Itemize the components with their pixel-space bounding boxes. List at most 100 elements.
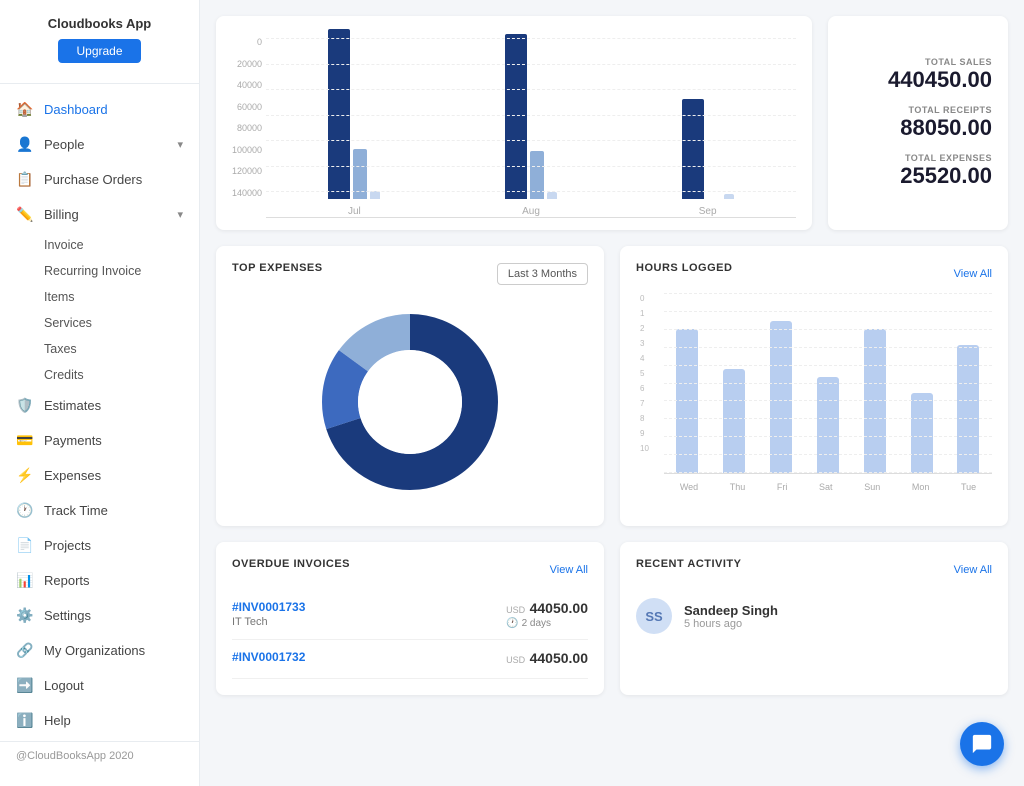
sidebar-item-purchase-orders[interactable]: 📋 Purchase Orders	[0, 162, 199, 197]
y-axis: 140000 120000 100000 80000 60000 40000 2…	[232, 38, 262, 218]
submenu-label: Items	[44, 290, 75, 304]
hours-bar-label: Thu	[730, 482, 746, 492]
sidebar-item-dashboard[interactable]: 🏠 Dashboard	[0, 92, 199, 127]
sidebar-item-projects[interactable]: 📄 Projects	[0, 528, 199, 563]
bar-jul-1	[328, 29, 350, 199]
sidebar-item-my-organizations[interactable]: 🔗 My Organizations	[0, 633, 199, 668]
hours-bar	[770, 321, 792, 473]
invoice-days: 🕐 2 days	[506, 618, 588, 629]
total-receipts-label: TOTAL RECEIPTS	[844, 105, 992, 115]
submenu-label: Invoice	[44, 238, 84, 252]
sidebar-item-credits[interactable]: Credits	[44, 362, 199, 388]
app-name: Cloudbooks App	[16, 16, 183, 31]
recent-activity-card: RECENT ACTIVITY View All SS Sandeep Sing…	[620, 542, 1008, 695]
bar-sep-3	[724, 194, 734, 199]
hours-bar	[817, 377, 839, 473]
gear-icon: ⚙️	[16, 607, 34, 624]
bar-aug-1	[505, 34, 527, 199]
invoice-amount: 44050.00	[530, 650, 588, 666]
activity-list: SS Sandeep Singh 5 hours ago	[636, 590, 992, 642]
sidebar-item-reports[interactable]: 📊 Reports	[0, 563, 199, 598]
invoice-item: #INV0001733 IT Tech USD 44050.00 🕐 2 day…	[232, 590, 588, 640]
stats-card: TOTAL SALES 440450.00 TOTAL RECEIPTS 880…	[828, 16, 1008, 230]
sidebar-item-label: Reports	[44, 573, 90, 588]
sidebar-item-label: Estimates	[44, 398, 101, 413]
total-sales-value: 440450.00	[844, 67, 992, 93]
sidebar-item-expenses[interactable]: ⚡ Expenses	[0, 458, 199, 493]
sidebar-item-track-time[interactable]: 🕐 Track Time	[0, 493, 199, 528]
expenses-filter-button[interactable]: Last 3 Months	[497, 263, 588, 285]
activity-person-name: Sandeep Singh	[684, 603, 778, 618]
invoice-name: IT Tech	[232, 616, 305, 628]
upgrade-button[interactable]: Upgrade	[58, 39, 140, 63]
hours-bar-col	[770, 321, 792, 473]
total-expenses: TOTAL EXPENSES 25520.00	[844, 153, 992, 189]
invoices-view-all-link[interactable]: View All	[550, 564, 588, 576]
person-icon: 👤	[16, 136, 34, 153]
chevron-down-icon: ▾	[177, 208, 183, 221]
chat-icon	[971, 733, 993, 755]
sidebar-item-label: Track Time	[44, 503, 108, 518]
chart-icon: 📊	[16, 572, 34, 589]
bar-sep-1	[682, 99, 704, 199]
lightning-icon: ⚡	[16, 467, 34, 484]
donut-chart	[310, 302, 510, 502]
hours-logged-card: HOURS LOGGED View All 109876543210 WedTh…	[620, 246, 1008, 526]
submenu-label: Credits	[44, 368, 84, 382]
sidebar-item-payments[interactable]: 💳 Payments	[0, 423, 199, 458]
sidebar-item-label: Payments	[44, 433, 102, 448]
pencil-icon: ✏️	[16, 206, 34, 223]
bottom-row: OVERDUE INVOICES View All #INV0001733 IT…	[216, 542, 1008, 695]
sidebar-item-estimates[interactable]: 🛡️ Estimates	[0, 388, 199, 423]
bar-chart-card: 140000 120000 100000 80000 60000 40000 2…	[216, 16, 812, 230]
hours-bar-label: Sat	[819, 482, 833, 492]
hours-title: HOURS LOGGED	[636, 262, 732, 274]
hours-yaxis: 109876543210	[640, 294, 649, 453]
sidebar-item-taxes[interactable]: Taxes	[44, 336, 199, 362]
hours-view-all-link[interactable]: View All	[954, 268, 992, 280]
bar-jul-3	[370, 191, 380, 199]
sidebar-item-billing[interactable]: ✏️ Billing ▾	[0, 197, 199, 232]
activity-time: 5 hours ago	[684, 618, 778, 630]
submenu-label: Recurring Invoice	[44, 264, 141, 278]
total-sales: TOTAL SALES 440450.00	[844, 57, 992, 93]
mid-row: TOP EXPENSES Last 3 Months	[216, 246, 1008, 526]
invoice-currency: USD	[506, 655, 525, 665]
chat-fab-button[interactable]	[960, 722, 1004, 766]
invoice-currency: USD	[506, 605, 525, 615]
sidebar-item-settings[interactable]: ⚙️ Settings	[0, 598, 199, 633]
sidebar-item-recurring-invoice[interactable]: Recurring Invoice	[44, 258, 199, 284]
sidebar-item-label: Projects	[44, 538, 91, 553]
hours-bar-label: Sun	[864, 482, 880, 492]
clock-icon: 🕐	[16, 502, 34, 519]
submenu-label: Services	[44, 316, 92, 330]
sidebar-item-logout[interactable]: ➡️ Logout	[0, 668, 199, 703]
main-content: 140000 120000 100000 80000 60000 40000 2…	[200, 0, 1024, 786]
bar-groups: Jul Aug	[266, 38, 796, 218]
invoice-list: #INV0001733 IT Tech USD 44050.00 🕐 2 day…	[232, 590, 588, 679]
top-expenses-title: TOP EXPENSES	[232, 262, 323, 274]
sidebar-item-invoice[interactable]: Invoice	[44, 232, 199, 258]
sidebar-item-people[interactable]: 👤 People ▾	[0, 127, 199, 162]
bar-aug-2	[530, 151, 544, 199]
activity-item: SS Sandeep Singh 5 hours ago	[636, 590, 992, 642]
sidebar-item-help[interactable]: ℹ️ Help	[0, 703, 199, 738]
hours-bar-label: Mon	[912, 482, 930, 492]
bar-label-aug: Aug	[522, 206, 540, 217]
donut-container	[232, 286, 588, 510]
info-icon: ℹ️	[16, 712, 34, 729]
sidebar-item-label: Help	[44, 713, 71, 728]
link-icon: 🔗	[16, 642, 34, 659]
invoice-id[interactable]: #INV0001732	[232, 650, 305, 664]
hours-bar	[723, 369, 745, 473]
sidebar-item-services[interactable]: Services	[44, 310, 199, 336]
overdue-invoices-card: OVERDUE INVOICES View All #INV0001733 IT…	[216, 542, 604, 695]
activity-view-all-link[interactable]: View All	[954, 564, 992, 576]
hours-header: HOURS LOGGED View All	[636, 262, 992, 286]
sidebar-item-items[interactable]: Items	[44, 284, 199, 310]
invoice-id[interactable]: #INV0001733	[232, 600, 305, 614]
total-expenses-value: 25520.00	[844, 163, 992, 189]
sidebar-item-label: Expenses	[44, 468, 101, 483]
sidebar-item-label: My Organizations	[44, 643, 145, 658]
bar-group-jul: Jul	[328, 29, 380, 217]
